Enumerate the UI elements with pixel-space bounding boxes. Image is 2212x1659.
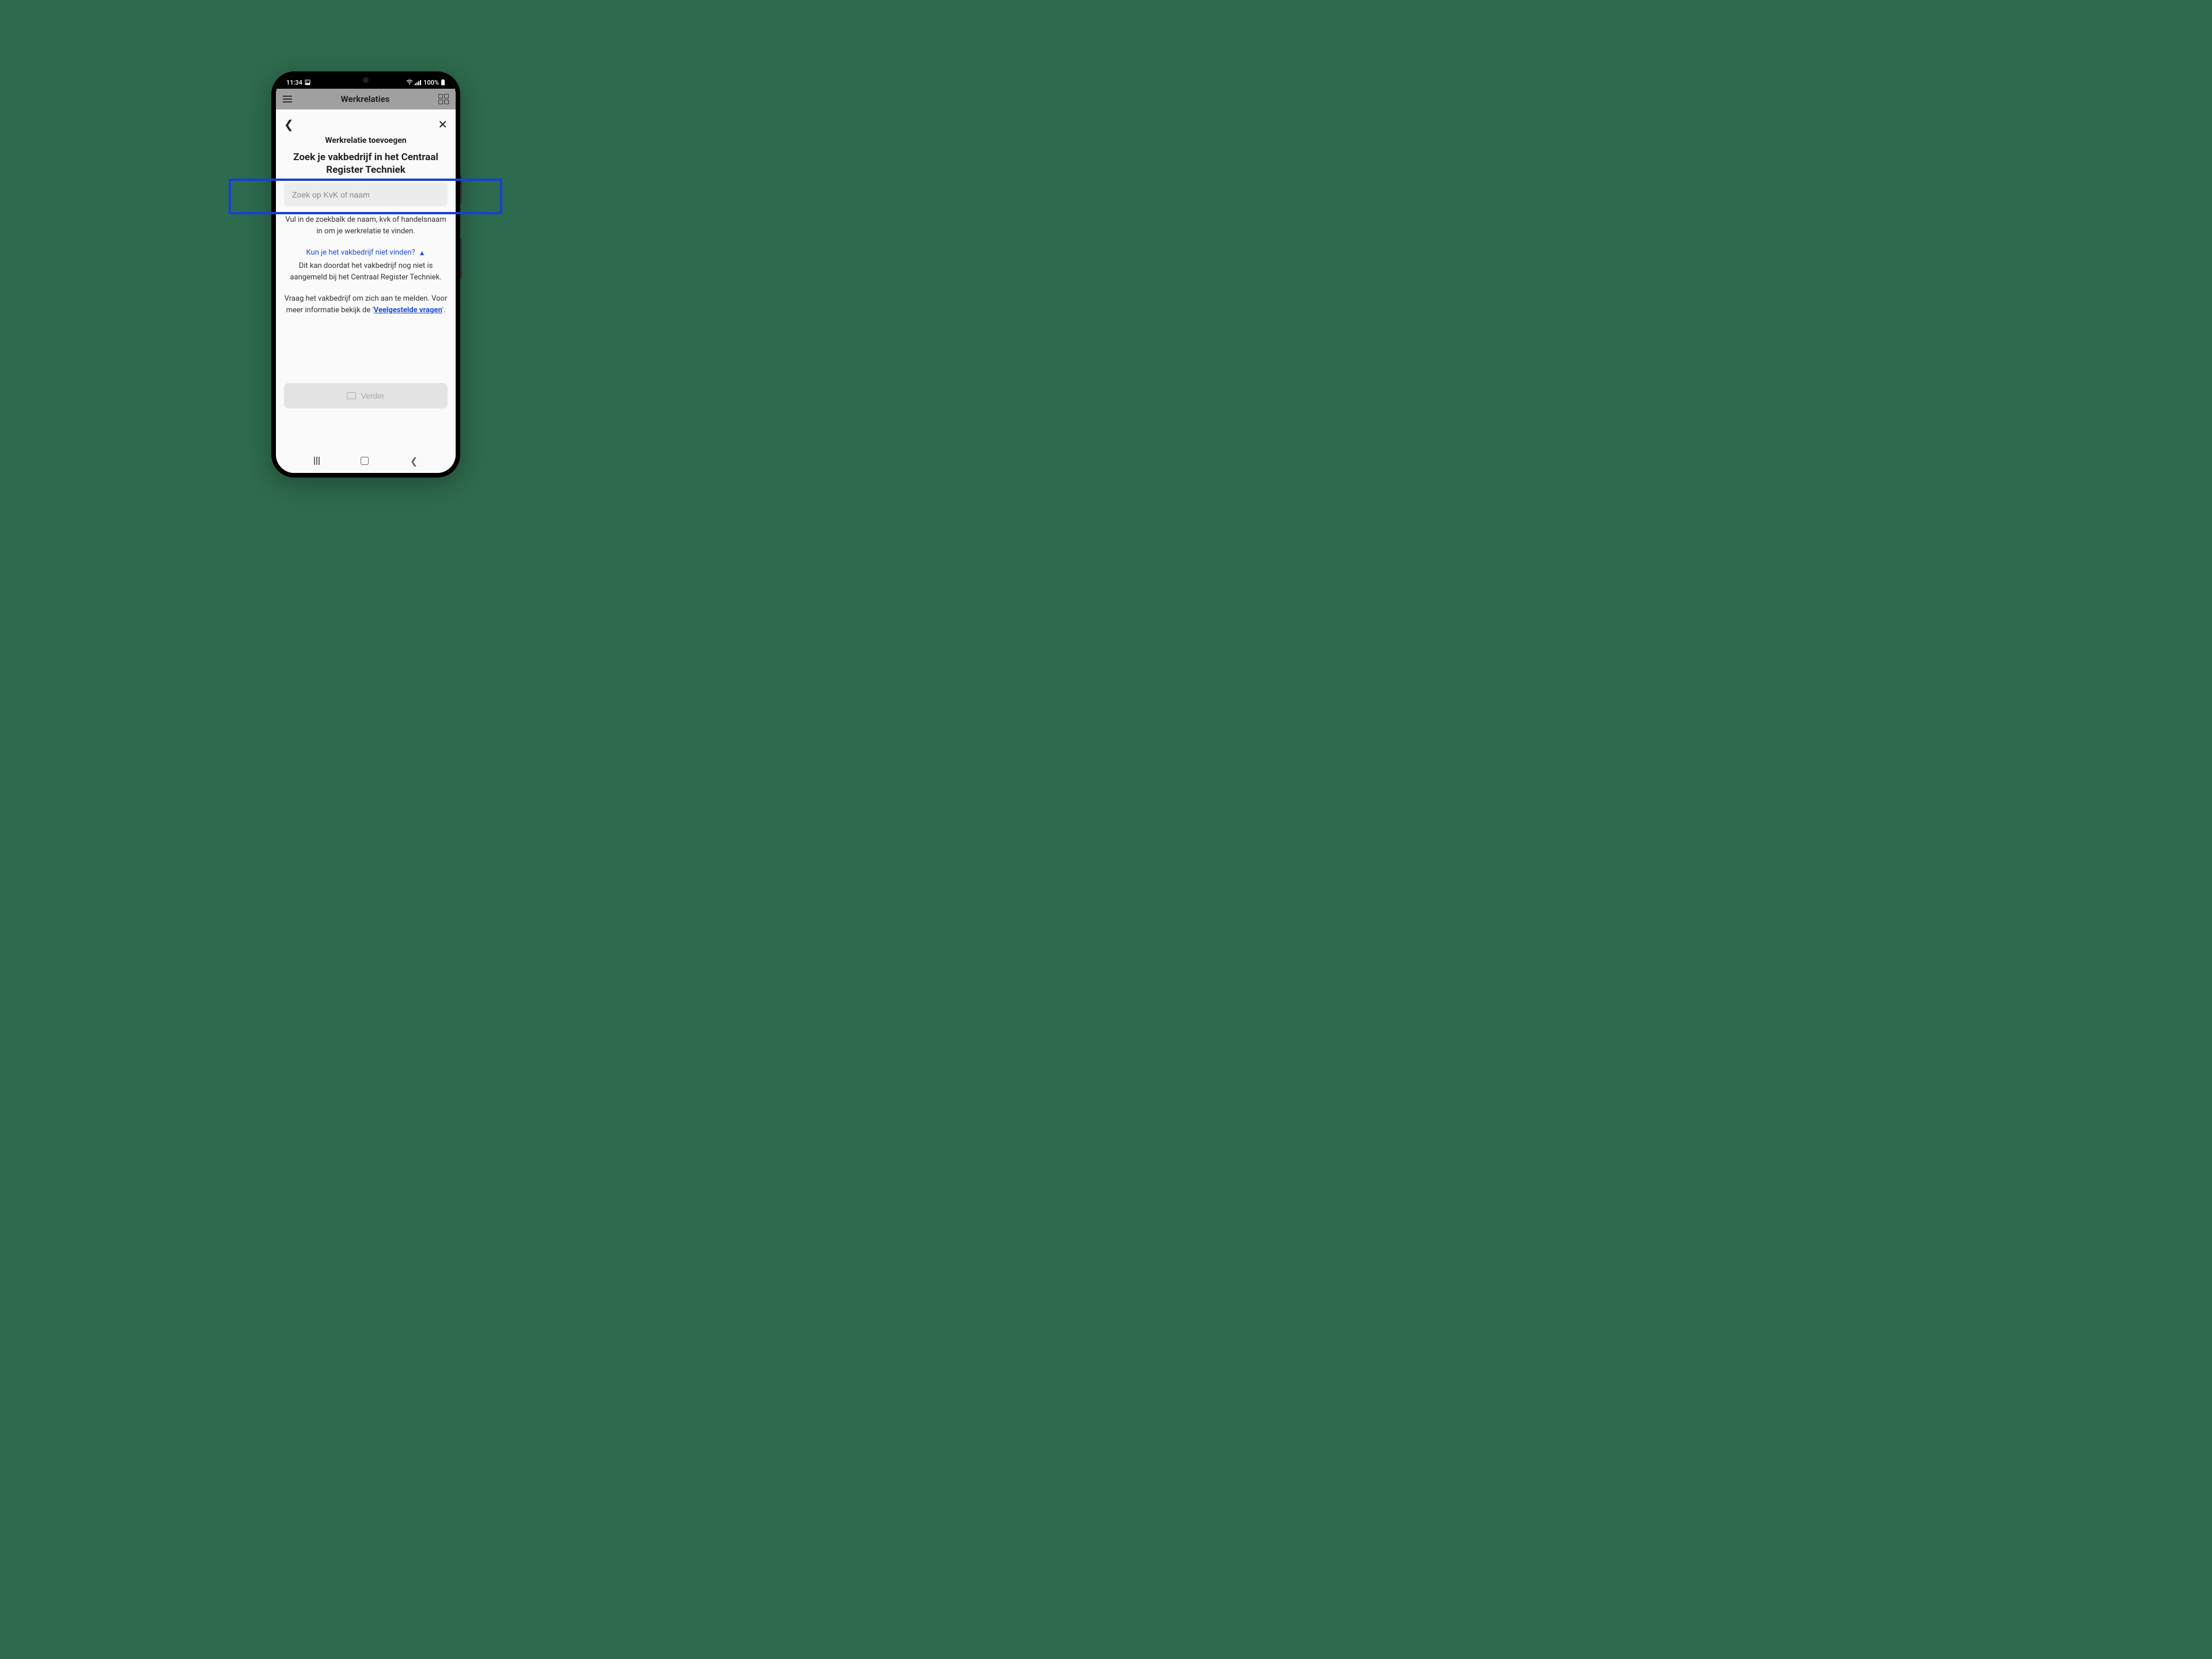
- nav-bar: ❮: [276, 449, 456, 473]
- app-header: Werkrelaties: [276, 89, 456, 109]
- mail-icon: [347, 392, 356, 399]
- signal-icon: [415, 79, 422, 85]
- nav-recent-button[interactable]: [314, 457, 320, 465]
- info-text: Vul in de zoekbalk de naam, kvk of hande…: [284, 214, 448, 237]
- collapse-label: Kun je het vakbedrijf niet vinden?: [306, 248, 415, 257]
- info-text2: Vraag het vakbedrijf om zich aan te meld…: [284, 293, 448, 316]
- wifi-icon: [406, 79, 413, 85]
- nav-back-button[interactable]: ❮: [410, 456, 418, 467]
- submit-button[interactable]: Verder: [284, 383, 448, 408]
- image-icon: [305, 79, 310, 85]
- status-left: 11:34: [286, 79, 310, 86]
- chevron-up-icon: ▲: [419, 249, 426, 257]
- header-title: Werkrelaties: [341, 94, 390, 104]
- battery-icon: [441, 79, 445, 86]
- faq-link[interactable]: Veelgestelde vragen: [374, 306, 442, 315]
- search-input[interactable]: [284, 183, 448, 206]
- collapse-body: Dit kan doordat het vakbedrijf nog niet …: [284, 260, 448, 283]
- modal-title: Werkrelatie toevoegen: [284, 136, 448, 145]
- battery-text: 100%: [423, 79, 439, 86]
- modal-content: ❮ ✕ Werkrelatie toevoegen Zoek je vakbed…: [276, 109, 456, 449]
- status-time: 11:34: [286, 79, 302, 86]
- collapse-toggle[interactable]: Kun je het vakbedrijf niet vinden? ▲: [284, 248, 448, 257]
- info-text2-post: '.: [442, 306, 446, 315]
- back-button[interactable]: ❮: [284, 118, 294, 131]
- close-button[interactable]: ✕: [438, 118, 448, 131]
- modal-top: ❮ ✕: [284, 118, 448, 131]
- submit-label: Verder: [361, 391, 384, 400]
- power-button: [460, 238, 462, 279]
- phone-screen: 11:34 100% Werkrelaties ❮ ✕: [276, 76, 456, 473]
- status-right: 100%: [406, 79, 445, 86]
- menu-icon[interactable]: [283, 96, 292, 103]
- modal-heading: Zoek je vakbedrijf in het Centraal Regis…: [284, 151, 448, 176]
- qr-icon[interactable]: [438, 94, 449, 104]
- volume-button: [460, 175, 462, 204]
- camera-notch: [363, 77, 369, 83]
- phone-frame: 11:34 100% Werkrelaties ❮ ✕: [271, 71, 460, 478]
- nav-home-button[interactable]: [361, 457, 369, 465]
